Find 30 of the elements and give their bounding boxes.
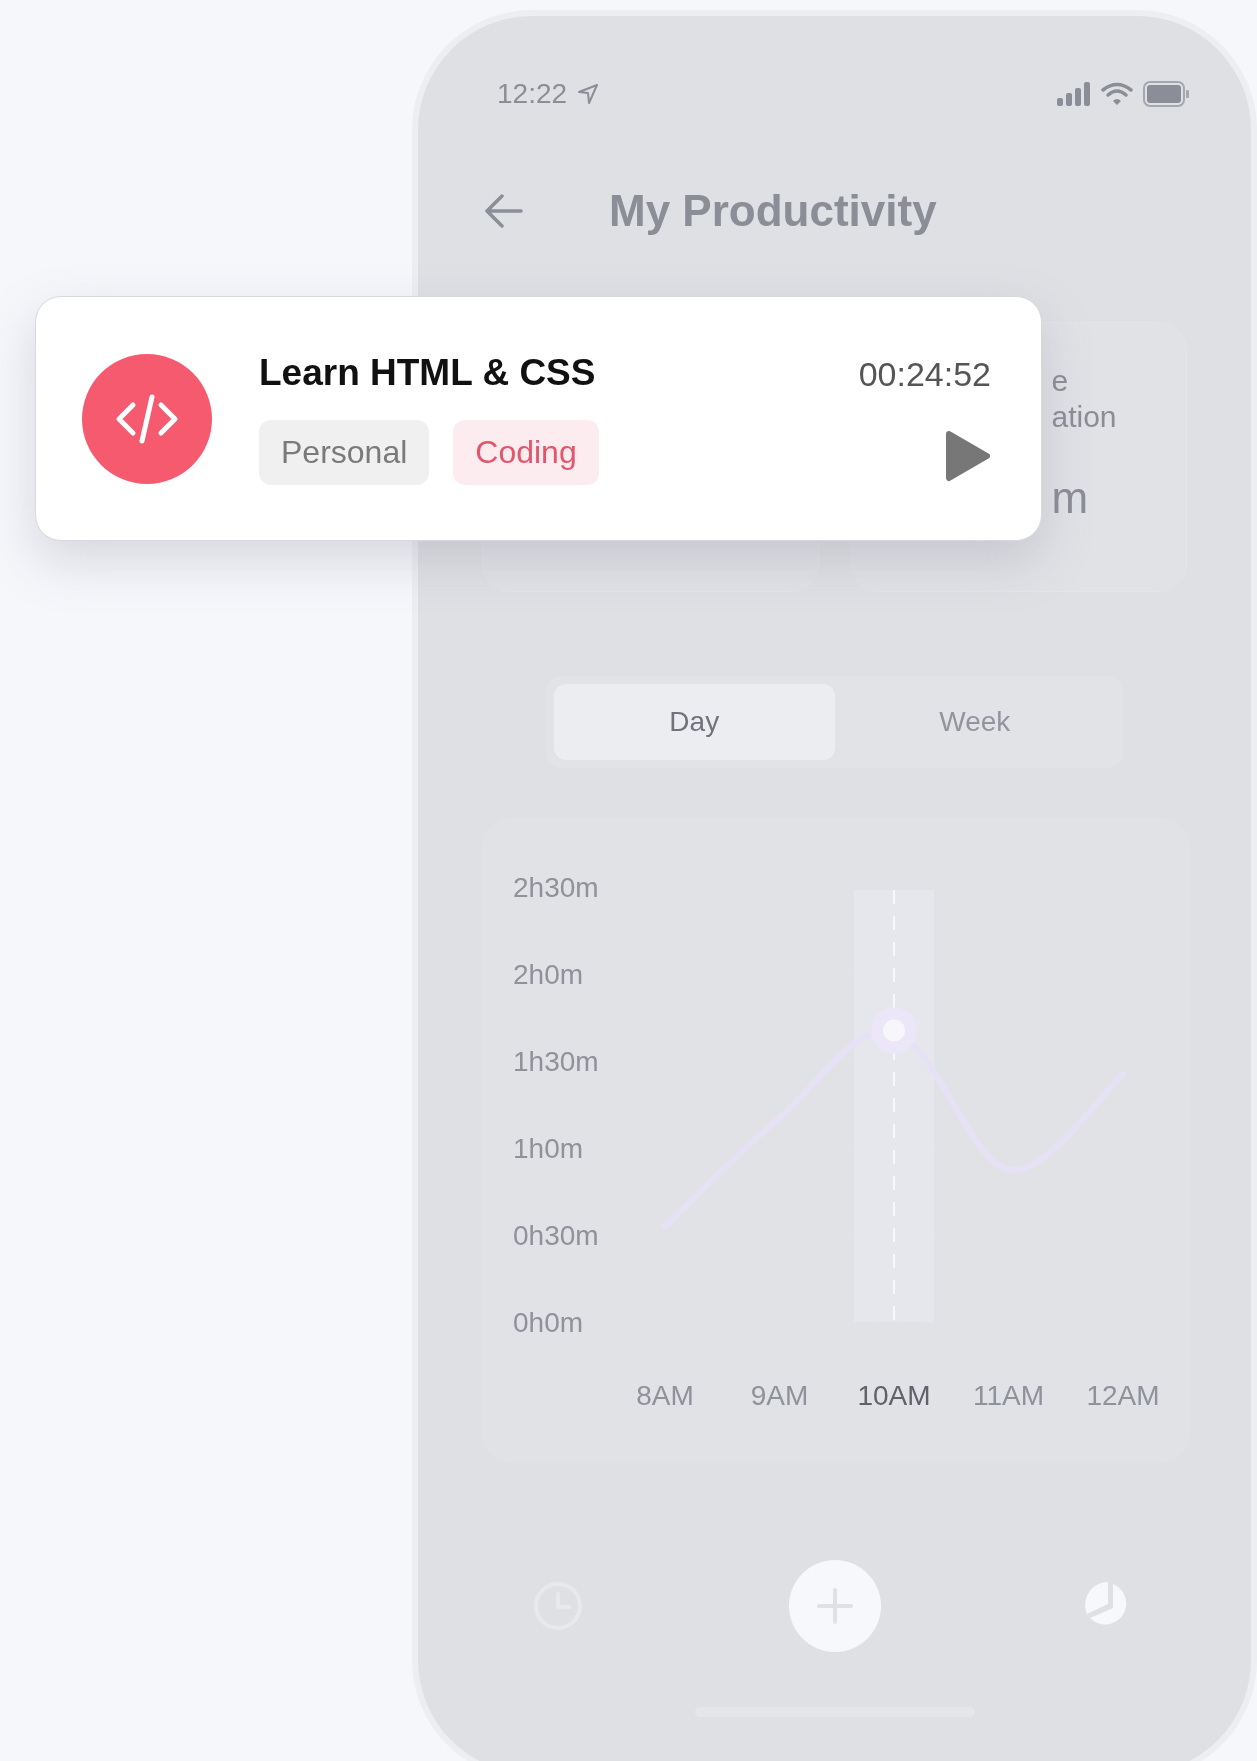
- y-axis-label: 1h0m: [513, 1133, 584, 1164]
- status-time: 12:22: [497, 78, 568, 110]
- y-axis-label: 2h30m: [513, 872, 599, 903]
- location-arrow-icon: [577, 83, 600, 105]
- battery-icon: [1143, 81, 1189, 107]
- x-axis-label: 12AM: [1086, 1380, 1160, 1411]
- y-axis-label: 1h30m: [513, 1046, 599, 1077]
- tag: Personal: [259, 420, 430, 485]
- x-axis-label: 10AM: [857, 1380, 931, 1411]
- stat-label: e: [1051, 363, 1070, 399]
- tag: Coding: [453, 420, 599, 485]
- stat-label: ation: [1051, 399, 1118, 435]
- wifi-icon: [1101, 82, 1133, 106]
- task-title: Learn HTML & CSS: [259, 352, 597, 394]
- x-axis-label: 8AM: [636, 1380, 694, 1411]
- play-icon[interactable]: [943, 430, 991, 482]
- y-axis-label: 0h0m: [513, 1307, 584, 1338]
- x-axis-label: 11AM: [972, 1380, 1045, 1411]
- period-tab[interactable]: Week: [834, 684, 1115, 760]
- y-axis-label: 0h30m: [513, 1220, 599, 1251]
- period-tab[interactable]: Day: [554, 684, 835, 760]
- add-button[interactable]: [788, 1560, 881, 1652]
- code-icon: [115, 393, 179, 444]
- stat-value: m: [1051, 473, 1090, 523]
- y-axis-label: 2h0m: [513, 959, 584, 990]
- x-axis-label: 9AM: [750, 1380, 809, 1411]
- task-timer: 00:24:52: [858, 355, 991, 394]
- screen-title: My Productivity: [609, 186, 937, 236]
- back-arrow-icon[interactable]: [485, 194, 523, 228]
- signal-icon: [1057, 82, 1091, 106]
